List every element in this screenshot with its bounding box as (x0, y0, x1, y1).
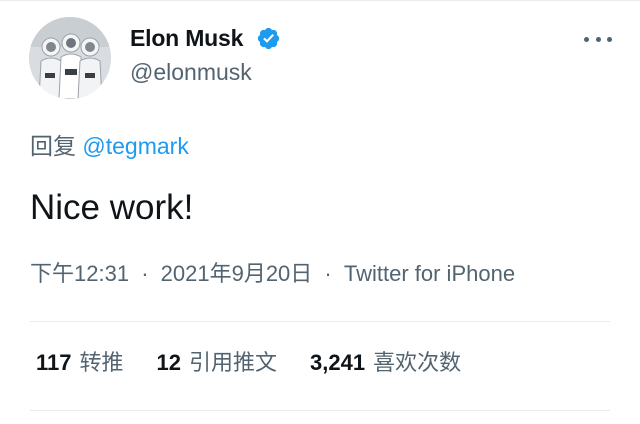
divider (30, 410, 610, 411)
divider (30, 321, 610, 322)
likes-label: 喜欢次数 (373, 350, 462, 375)
meta-separator: · (324, 261, 332, 286)
retweets-stat[interactable]: 117 转推 (36, 348, 124, 378)
more-dot (607, 36, 612, 42)
avatar[interactable] (29, 17, 111, 99)
reply-mention-link[interactable]: @tegmark (82, 133, 188, 159)
more-options-icon[interactable] (584, 27, 612, 51)
top-divider (0, 0, 640, 1)
tweet-source[interactable]: Twitter for iPhone (344, 261, 515, 286)
likes-stat[interactable]: 3,241 喜欢次数 (310, 348, 461, 378)
tweet-time[interactable]: 下午12:31 (30, 261, 129, 286)
meta-separator: · (141, 261, 149, 286)
reply-context: 回复 @tegmark (30, 131, 189, 161)
engagement-stats: 117 转推 12 引用推文 3,241 喜欢次数 (36, 348, 494, 378)
tweet-meta: 下午12:31 · 2021年9月20日 · Twitter for iPhon… (30, 259, 515, 289)
quote-tweets-label: 引用推文 (189, 350, 278, 375)
reply-prefix: 回复 (30, 133, 76, 159)
retweets-count: 117 (36, 350, 72, 375)
display-name[interactable]: Elon Musk (130, 24, 243, 52)
tweet-text: Nice work! (30, 188, 194, 227)
quote-tweets-count: 12 (156, 350, 181, 375)
handle[interactable]: @elonmusk (130, 58, 252, 86)
quote-tweets-stat[interactable]: 12 引用推文 (157, 348, 278, 378)
tweet-date[interactable]: 2021年9月20日 (161, 261, 313, 286)
more-dot (584, 36, 589, 42)
more-dot (595, 36, 601, 42)
verified-badge-icon (257, 27, 280, 50)
avatar-image (29, 17, 111, 99)
likes-count: 3,241 (310, 350, 366, 375)
retweets-label: 转推 (79, 350, 124, 375)
